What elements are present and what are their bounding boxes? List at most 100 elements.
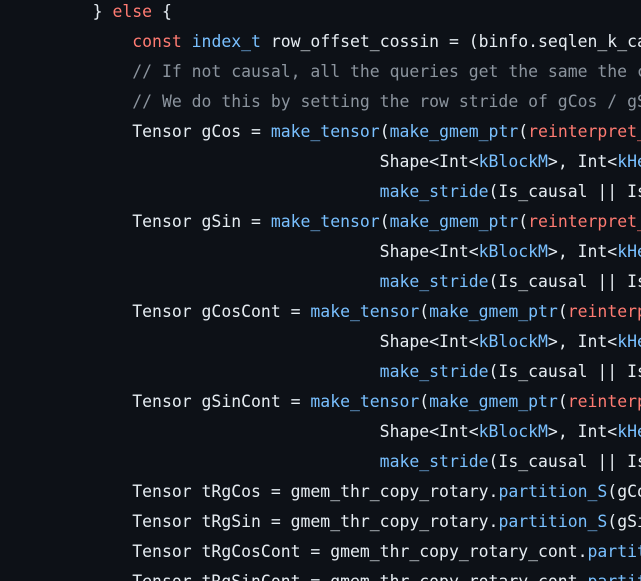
code-editor[interactable]: } else { const index_t row_offset_cossin…	[0, 0, 641, 581]
code-line[interactable]: const index_t row_offset_cossin = (binfo…	[14, 27, 641, 57]
code-token: // If not causal, all the queries get th…	[132, 62, 641, 81]
code-token: reinterpret_c	[528, 212, 641, 231]
code-token: Tensor gSin =	[132, 212, 271, 231]
code-token: index_t	[191, 32, 261, 51]
code-token: (gSin	[607, 512, 641, 531]
code-line[interactable]: Tensor tRgCos = gmem_thr_copy_rotary.par…	[14, 477, 641, 507]
code-token: make_tensor	[270, 122, 380, 141]
code-token: make_stride	[379, 452, 489, 471]
code-token: Shape<Int<	[379, 332, 479, 351]
code-token: kHe	[617, 422, 641, 441]
code-token: partition_S	[498, 482, 608, 501]
code-line[interactable]: // If not causal, all the queries get th…	[14, 57, 641, 87]
code-token: Tensor tRgCos = gmem_thr_copy_rotary.	[132, 482, 499, 501]
code-line[interactable]: make_stride(Is_causal || Is	[14, 357, 641, 387]
code-token: kBlockM	[478, 332, 548, 351]
code-token: kBlockM	[478, 422, 548, 441]
code-line[interactable]: Tensor gSin = make_tensor(make_gmem_ptr(…	[14, 207, 641, 237]
code-line[interactable]: // We do this by setting the row stride …	[14, 87, 641, 117]
code-token: (	[419, 392, 430, 411]
code-line[interactable]: Tensor tRgSin = gmem_thr_copy_rotary.par…	[14, 507, 641, 537]
code-token: {	[152, 2, 172, 21]
code-token: (	[557, 392, 568, 411]
code-token: Shape<Int<	[379, 422, 479, 441]
code-token: row_offset_cossin = (binfo.seqlen_k_cac	[260, 32, 641, 51]
code-token: partiti	[587, 542, 641, 561]
code-token: partition_S	[498, 512, 608, 531]
code-token: make_gmem_ptr	[429, 392, 558, 411]
code-line[interactable]: Tensor gCos = make_tensor(make_gmem_ptr(…	[14, 117, 641, 147]
code-token: >, Int<	[547, 242, 618, 261]
code-token: (	[518, 122, 529, 141]
code-token: else	[112, 2, 153, 21]
code-token: (	[557, 302, 568, 321]
code-token: make_tensor	[310, 392, 420, 411]
code-token: (	[419, 302, 430, 321]
code-token: (Is_causal || Is	[488, 272, 641, 291]
code-token: make_gmem_ptr	[429, 302, 558, 321]
code-token: partiti	[588, 572, 641, 581]
code-line[interactable]: Tensor tRgSinCont = gmem_thr_copy_rotary…	[14, 567, 641, 581]
code-token: kHe	[617, 242, 641, 261]
code-line[interactable]: Tensor gSinCont = make_tensor(make_gmem_…	[14, 387, 641, 417]
code-token: make_gmem_ptr	[389, 212, 519, 231]
code-token: (Is_causal || Is	[488, 182, 641, 201]
code-token: (	[379, 122, 390, 141]
code-token: Tensor gSinCont =	[132, 392, 311, 411]
code-token: (Is_causal || Is	[488, 362, 641, 381]
code-line[interactable]: Shape<Int<kBlockM>, Int<kHe	[14, 327, 641, 357]
code-token: const	[132, 32, 182, 51]
code-token: reinterpret_c	[528, 122, 641, 141]
code-token: Tensor tRgCosCont = gmem_thr_copy_rotary…	[132, 542, 588, 561]
code-token: make_tensor	[270, 212, 380, 231]
code-line[interactable]: make_stride(Is_causal || Is	[14, 177, 641, 207]
code-token: reinterpr	[567, 302, 641, 321]
code-token: Tensor gCosCont =	[132, 302, 311, 321]
code-token: (	[518, 212, 529, 231]
code-line[interactable]: Shape<Int<kBlockM>, Int<kHe	[14, 237, 641, 267]
code-line[interactable]: Shape<Int<kBlockM>, Int<kHe	[14, 417, 641, 447]
code-token: >, Int<	[547, 152, 618, 171]
code-token: Tensor gCos =	[132, 122, 271, 141]
code-line[interactable]: make_stride(Is_causal || Is	[14, 447, 641, 477]
code-token: // We do this by setting the row stride …	[132, 92, 641, 111]
code-token: reinterpr	[567, 392, 641, 411]
code-line[interactable]: Tensor tRgCosCont = gmem_thr_copy_rotary…	[14, 537, 641, 567]
code-token: (Is_causal || Is	[488, 452, 641, 471]
code-token: make_stride	[379, 182, 489, 201]
code-token: Shape<Int<	[379, 152, 479, 171]
code-token: kHe	[617, 152, 641, 171]
code-line[interactable]: } else {	[14, 0, 172, 27]
code-token: >, Int<	[547, 422, 618, 441]
code-token: (	[379, 212, 390, 231]
code-line[interactable]: Shape<Int<kBlockM>, Int<kHe	[14, 147, 641, 177]
code-line[interactable]: Tensor gCosCont = make_tensor(make_gmem_…	[14, 297, 641, 327]
code-token: (gCos	[607, 482, 641, 501]
code-line[interactable]: make_stride(Is_causal || Is	[14, 267, 641, 297]
code-token: kBlockM	[478, 152, 548, 171]
code-token: kHe	[617, 332, 641, 351]
code-token: make_gmem_ptr	[389, 122, 519, 141]
code-token: Tensor tRgSin = gmem_thr_copy_rotary.	[132, 512, 499, 531]
code-token: >, Int<	[547, 332, 618, 351]
code-token: Shape<Int<	[379, 242, 479, 261]
